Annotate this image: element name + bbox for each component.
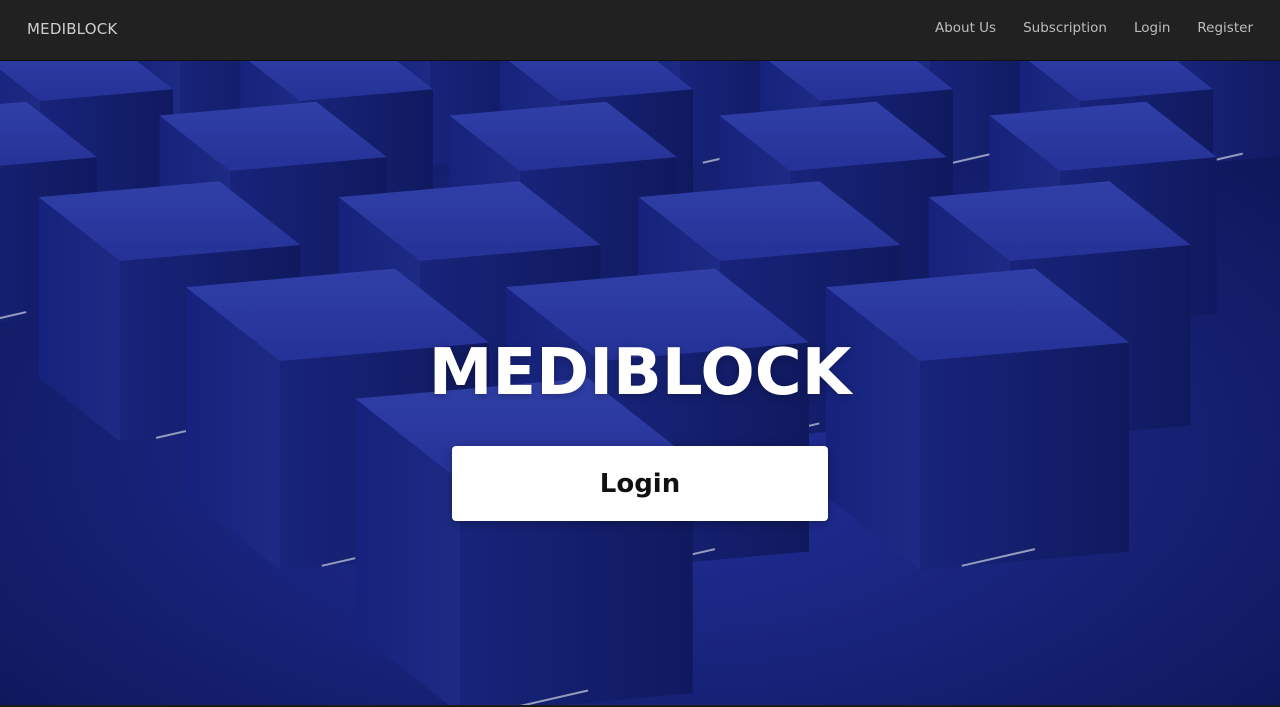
nav-link-register[interactable]: Register — [1197, 20, 1253, 36]
brand-logo-link[interactable]: MEDIBLOCK — [27, 20, 117, 38]
nav-link-subscription[interactable]: Subscription — [1023, 20, 1107, 36]
hero-login-button[interactable]: Login — [452, 446, 828, 521]
nav-link-about-us[interactable]: About Us — [935, 20, 996, 36]
nav-links: About Us Subscription Login Register — [935, 20, 1253, 36]
top-navbar: MEDIBLOCK About Us Subscription Login Re… — [0, 0, 1280, 61]
hero-title: MEDIBLOCK — [428, 336, 852, 410]
hero-section: MEDIBLOCK Login — [0, 61, 1280, 707]
nav-link-login[interactable]: Login — [1134, 20, 1170, 36]
